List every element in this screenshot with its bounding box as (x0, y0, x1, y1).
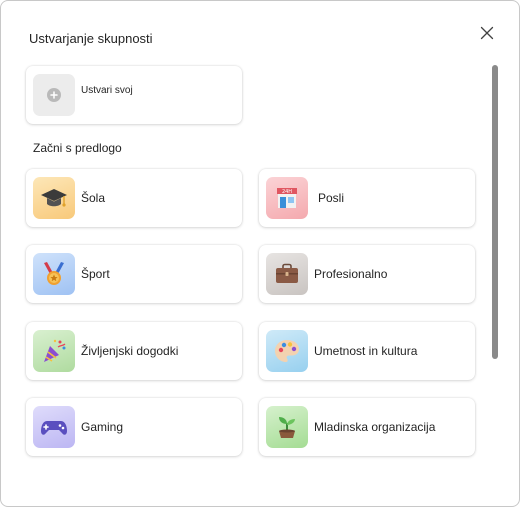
scrollbar-thumb[interactable] (492, 65, 498, 359)
sprout-icon (266, 406, 308, 448)
template-label-sport: Šport (81, 267, 110, 281)
templates-section-label: Začni s predlogo (33, 141, 122, 155)
create-own-card[interactable]: Ustvari svoj (26, 66, 242, 124)
template-label-gaming: Gaming (81, 420, 124, 434)
template-card-professional[interactable]: Profesionalno (259, 245, 475, 303)
template-label-professional: Profesionalno (314, 267, 388, 281)
shop-24h-icon: 24H (266, 177, 308, 219)
briefcase-icon (266, 253, 308, 295)
medal-icon (33, 253, 75, 295)
plus-icon (47, 88, 61, 102)
template-card-art-culture[interactable]: Umetnost in kultura (259, 322, 475, 380)
palette-icon (266, 330, 308, 372)
template-card-school[interactable]: Šola (26, 169, 242, 227)
graduation-cap-icon (33, 177, 75, 219)
dialog-title: Ustvarjanje skupnosti (29, 31, 153, 46)
template-card-business[interactable]: 24H Posli (259, 169, 475, 227)
template-label-art-culture: Umetnost in kultura (314, 344, 418, 358)
svg-text:24H: 24H (282, 189, 292, 195)
template-label-business: Posli (318, 191, 345, 205)
template-label-life-events: Življenjski dogodki (81, 344, 179, 358)
template-card-sport[interactable]: Šport (26, 245, 242, 303)
create-community-dialog: Ustvarjanje skupnosti Ustvari svoj Začni… (0, 0, 520, 507)
create-own-label: Ustvari svoj (81, 84, 133, 96)
template-label-school: Šola (81, 191, 106, 205)
template-card-life-events[interactable]: Življenjski dogodki (26, 322, 242, 380)
template-card-youth-org[interactable]: Mladinska organizacija (259, 398, 475, 456)
create-thumbnail (33, 74, 75, 116)
game-controller-icon (33, 406, 75, 448)
close-icon (480, 26, 494, 40)
party-popper-icon (33, 330, 75, 372)
close-button[interactable] (475, 21, 499, 45)
template-label-youth-org: Mladinska organizacija (314, 420, 436, 434)
template-card-gaming[interactable]: Gaming (26, 398, 242, 456)
